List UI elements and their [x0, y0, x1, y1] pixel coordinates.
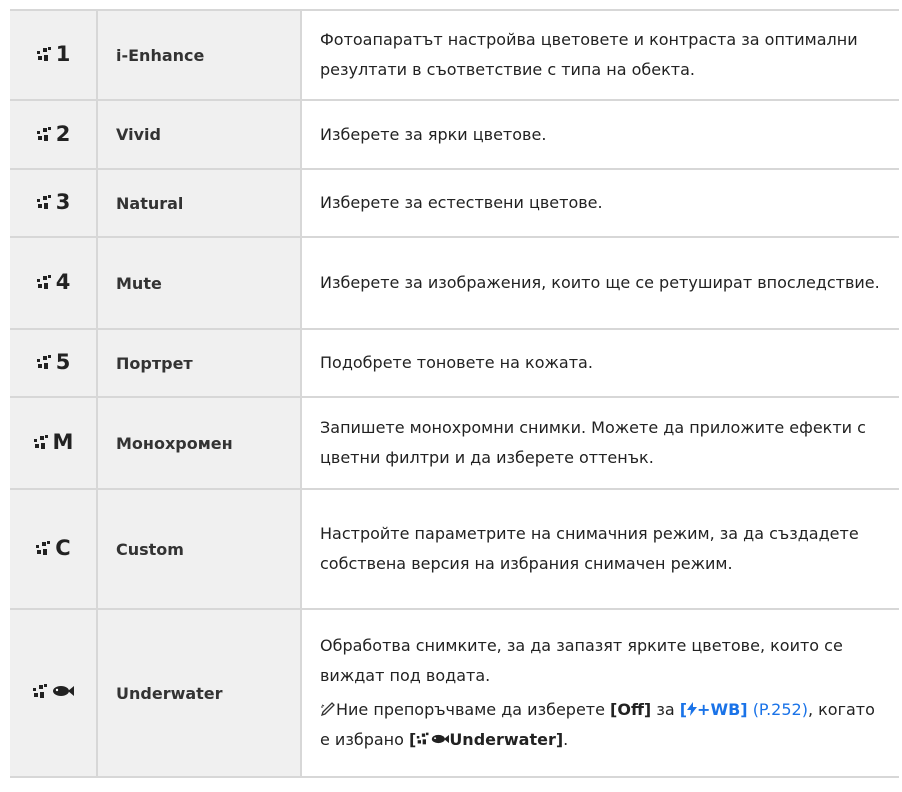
fish-icon: [53, 686, 74, 696]
mode-icon-cell: C: [10, 488, 97, 609]
table-row: 5 Портрет Подобрете тоновете на кожата.: [10, 328, 899, 397]
mode-icon-cell: 3: [10, 168, 97, 237]
picture-mode-icon: [36, 195, 51, 209]
page-ref-link[interactable]: (P.252): [753, 700, 808, 719]
mode-description-cell: Обработва снимките, за да запазят ярките…: [300, 608, 899, 778]
mode-description: Настройте параметрите на снимачния режим…: [300, 488, 899, 609]
flash-wb-link[interactable]: [+WB]: [680, 700, 748, 719]
table-row: 1 i-Enhance Фотоапаратът настройва цвето…: [10, 9, 899, 100]
flash-icon: [687, 702, 698, 716]
mode-name: Vivid: [96, 99, 301, 169]
underwater-label: Underwater]: [449, 730, 564, 749]
picture-mode-icon: [417, 732, 429, 745]
picture-mode-icon: [36, 47, 51, 61]
mode-number: C: [55, 536, 71, 560]
mode-icon-cell: 2: [10, 99, 97, 169]
table-row: M Монохромен Запишете монохромни снимки.…: [10, 396, 899, 489]
mode-name: Natural: [96, 168, 301, 237]
mode-description: Фотоапаратът настройва цветовете и контр…: [300, 9, 899, 100]
mode-name: Custom: [96, 488, 301, 609]
mode-name: i-Enhance: [96, 9, 301, 100]
table-row: Underwater Обработва снимките, за да зап…: [10, 608, 899, 778]
mode-number: 2: [55, 121, 71, 146]
mode-name: Mute: [96, 236, 301, 329]
mode-description: Подобрете тоновете на кожата.: [300, 328, 899, 397]
mode-icon-cell: [10, 608, 97, 778]
picture-mode-table: 1 i-Enhance Фотоапаратът настройва цвето…: [10, 9, 899, 778]
mode-number: 1: [55, 42, 71, 66]
picture-mode-icon: [36, 541, 51, 555]
table-row: 4 Mute Изберете за изображения, които ще…: [10, 236, 899, 329]
mode-icon-cell: M: [10, 396, 97, 489]
mode-number: 4: [55, 270, 71, 294]
table-row: C Custom Настройте параметрите на снимач…: [10, 488, 899, 609]
table-row: 2 Vivid Изберете за ярки цветове.: [10, 99, 899, 169]
mode-icon-cell: 1: [10, 9, 97, 100]
mode-name: Портрет: [96, 328, 301, 397]
picture-mode-icon: [33, 684, 47, 698]
mode-icon-cell: 5: [10, 328, 97, 397]
off-label: [Off]: [610, 700, 652, 719]
fish-icon: [432, 734, 450, 744]
table-row: 3 Natural Изберете за естествени цветове…: [10, 168, 899, 237]
mode-description: Обработва снимките, за да запазят ярките…: [320, 636, 843, 685]
picture-mode-icon: [36, 126, 51, 141]
mode-icon-cell: 4: [10, 236, 97, 329]
picture-mode-icon: [33, 435, 48, 449]
mode-description: Запишете монохромни снимки. Можете да пр…: [300, 396, 899, 489]
mode-description: Изберете за естествени цветове.: [300, 168, 899, 237]
recommendation-note: Ние препоръчваме да изберете [Off] за [+…: [320, 700, 875, 749]
picture-mode-icon: [36, 275, 51, 289]
mode-description: Изберете за ярки цветове.: [300, 99, 899, 169]
mode-number: M: [52, 430, 74, 454]
mode-name: Монохромен: [96, 396, 301, 489]
picture-mode-icon: [36, 355, 51, 369]
mode-number: 5: [55, 350, 71, 374]
mode-description: Изберете за изображения, които ще се рет…: [300, 236, 899, 329]
mode-number: 3: [55, 190, 71, 214]
pen-hint-icon: [320, 702, 335, 717]
mode-name: Underwater: [96, 608, 301, 778]
